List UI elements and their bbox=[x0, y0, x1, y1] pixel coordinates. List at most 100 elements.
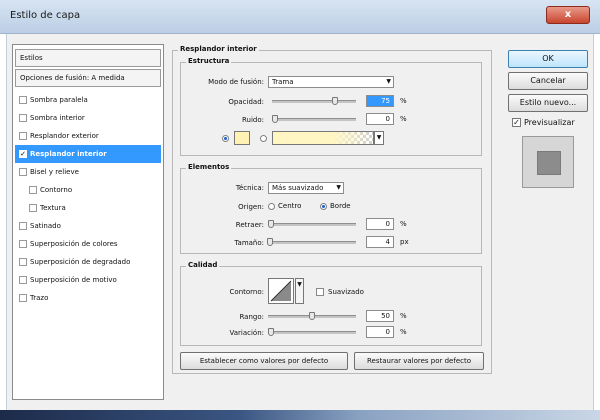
title-bar[interactable] bbox=[0, 0, 600, 34]
style-checkbox[interactable] bbox=[19, 222, 27, 230]
gradient-picker[interactable] bbox=[272, 131, 374, 145]
glow-color-swatch[interactable] bbox=[234, 131, 250, 145]
sidebar-item[interactable]: Bisel y relieve bbox=[15, 163, 161, 181]
blend-mode-select[interactable]: Trama ▼ bbox=[268, 76, 394, 88]
sidebar-item-label: Bisel y relieve bbox=[30, 168, 79, 176]
new-style-button[interactable]: Estilo nuevo... bbox=[508, 94, 588, 112]
opacity-slider-thumb[interactable] bbox=[332, 97, 338, 105]
sidebar-item[interactable]: Superposición de colores bbox=[15, 235, 161, 253]
range-input[interactable]: 50 bbox=[366, 310, 394, 322]
style-checkbox[interactable] bbox=[19, 276, 27, 284]
sidebar-item-label: Textura bbox=[40, 204, 66, 212]
noise-slider-thumb[interactable] bbox=[272, 115, 278, 123]
antialias-checkbox[interactable] bbox=[316, 288, 324, 296]
opacity-input[interactable]: 75 bbox=[366, 95, 394, 107]
sidebar-item[interactable]: Satinado bbox=[15, 217, 161, 235]
structure-title: Estructura bbox=[186, 57, 232, 65]
sidebar-item[interactable]: Resplandor exterior bbox=[15, 127, 161, 145]
sidebar-item[interactable]: ✓ Resplandor interior bbox=[15, 145, 161, 163]
style-checkbox[interactable] bbox=[19, 258, 27, 266]
noise-unit: % bbox=[400, 115, 407, 123]
chevron-down-icon[interactable]: ▼ bbox=[374, 131, 384, 145]
preview-square bbox=[537, 151, 561, 175]
slider-track bbox=[268, 331, 356, 334]
style-checkbox[interactable] bbox=[29, 204, 37, 212]
size-slider[interactable] bbox=[266, 238, 356, 246]
technique-select[interactable]: Más suavizado ▼ bbox=[268, 182, 344, 194]
style-checkbox[interactable] bbox=[19, 168, 27, 176]
choke-slider-thumb[interactable] bbox=[268, 220, 274, 228]
choke-slider[interactable] bbox=[268, 220, 356, 228]
source-edge-radio[interactable] bbox=[320, 203, 327, 210]
blending-options-header[interactable]: Opciones de fusión: A medida bbox=[15, 69, 161, 87]
size-label: Tamaño: bbox=[234, 239, 264, 247]
opacity-label: Opacidad: bbox=[228, 98, 264, 106]
chevron-down-icon: ▼ bbox=[336, 184, 341, 191]
size-unit: px bbox=[400, 238, 409, 246]
styles-header[interactable]: Estilos bbox=[15, 49, 161, 67]
solid-color-radio[interactable] bbox=[222, 135, 229, 142]
jitter-slider-thumb[interactable] bbox=[268, 328, 274, 336]
sidebar-item[interactable]: Sombra interior bbox=[15, 109, 161, 127]
range-unit: % bbox=[400, 312, 407, 320]
sidebar-item-label: Superposición de motivo bbox=[30, 276, 117, 284]
range-slider[interactable] bbox=[268, 312, 356, 320]
contour-curve-icon bbox=[270, 280, 292, 302]
sidebar-item[interactable]: Sombra paralela bbox=[15, 91, 161, 109]
styles-list: Estilos Opciones de fusión: A medida Som… bbox=[12, 44, 164, 400]
noise-slider[interactable] bbox=[272, 115, 356, 123]
antialias-label: Suavizado bbox=[328, 288, 364, 296]
style-checkbox[interactable] bbox=[29, 186, 37, 194]
technique-value: Más suavizado bbox=[272, 184, 324, 192]
sidebar-item-label: Resplandor exterior bbox=[30, 132, 99, 140]
blend-mode-label: Modo de fusión: bbox=[208, 78, 264, 86]
source-center-radio[interactable] bbox=[268, 203, 275, 210]
opacity-slider[interactable] bbox=[272, 97, 356, 105]
style-checkbox[interactable] bbox=[19, 132, 27, 140]
sidebar-item[interactable]: Trazo bbox=[15, 289, 161, 307]
jitter-label: Variación: bbox=[229, 329, 264, 337]
choke-label: Retraer: bbox=[235, 221, 264, 229]
chevron-down-icon: ▼ bbox=[386, 78, 391, 85]
cancel-button[interactable]: Cancelar bbox=[508, 72, 588, 90]
style-checkbox[interactable] bbox=[19, 96, 27, 104]
sidebar-item-label: Superposición de degradado bbox=[30, 258, 131, 266]
contour-preview[interactable] bbox=[268, 278, 294, 304]
source-edge-label: Borde bbox=[330, 202, 351, 210]
chevron-down-icon[interactable]: ▼ bbox=[295, 278, 304, 304]
sidebar-item[interactable]: Textura bbox=[15, 199, 161, 217]
jitter-slider[interactable] bbox=[268, 328, 356, 336]
range-label: Rango: bbox=[239, 313, 264, 321]
sidebar-item-label: Superposición de colores bbox=[30, 240, 118, 248]
noise-input[interactable]: 0 bbox=[366, 113, 394, 125]
sidebar-item[interactable]: Superposición de degradado bbox=[15, 253, 161, 271]
style-checkbox[interactable] bbox=[19, 240, 27, 248]
slider-track bbox=[272, 118, 356, 121]
sidebar-item[interactable]: Superposición de motivo bbox=[15, 271, 161, 289]
style-checkbox[interactable] bbox=[19, 294, 27, 302]
make-default-button[interactable]: Establecer como valores por defecto bbox=[180, 352, 348, 370]
style-preview bbox=[522, 136, 574, 188]
jitter-input[interactable]: 0 bbox=[366, 326, 394, 338]
close-button[interactable]: x bbox=[546, 6, 590, 24]
style-checkbox[interactable]: ✓ bbox=[19, 150, 27, 158]
size-slider-thumb[interactable] bbox=[266, 238, 273, 246]
opacity-unit: % bbox=[400, 97, 407, 105]
slider-track bbox=[268, 241, 356, 244]
sidebar-item-label: Sombra interior bbox=[30, 114, 85, 122]
choke-input[interactable]: 0 bbox=[366, 218, 394, 230]
sidebar-item[interactable]: Contorno bbox=[15, 181, 161, 199]
range-slider-thumb[interactable] bbox=[309, 312, 315, 320]
sidebar-item-label: Trazo bbox=[30, 294, 49, 302]
reset-default-button[interactable]: Restaurar valores por defecto bbox=[354, 352, 484, 370]
sidebar-item-label: Resplandor interior bbox=[30, 150, 107, 158]
style-checkbox[interactable] bbox=[19, 114, 27, 122]
contour-label: Contorno: bbox=[229, 288, 264, 296]
size-input[interactable]: 4 bbox=[366, 236, 394, 248]
ok-button[interactable]: OK bbox=[508, 50, 588, 68]
technique-label: Técnica: bbox=[235, 184, 264, 192]
preview-label: Previsualizar bbox=[524, 118, 575, 127]
gradient-radio[interactable] bbox=[260, 135, 267, 142]
blend-mode-value: Trama bbox=[272, 78, 294, 86]
preview-checkbox[interactable]: ✓ bbox=[512, 118, 521, 127]
